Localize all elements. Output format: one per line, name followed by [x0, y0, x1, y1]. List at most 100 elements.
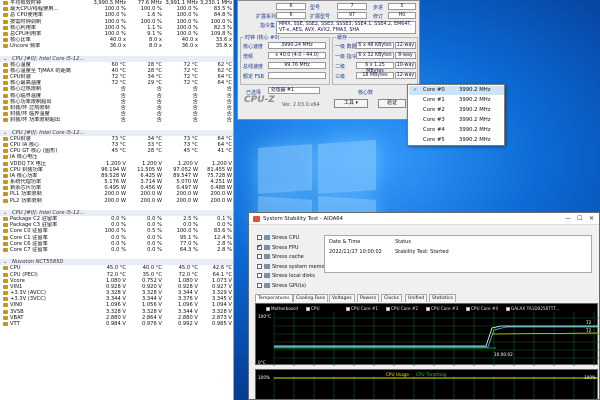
core-label: Core #0 — [423, 87, 445, 93]
status-header: Status — [395, 239, 411, 245]
legend-label: CPU Core #4 — [471, 306, 499, 311]
sensor-row: PL2 功率限制 200.0 W 200.0 W 200.0 W 200.0 W — [0, 198, 233, 204]
legend-item[interactable]: CPU — [306, 306, 320, 311]
core-menu-item[interactable]: Core #2 3990.2 MHz — [409, 106, 504, 115]
stress-option[interactable]: Stress local disks — [257, 272, 315, 280]
sensor-list[interactable]: 平均有效时钟 3,990.5 MHz 77.6 MHz 3,991.1 MHz 3,23… — [0, 0, 233, 327]
core-menu-item[interactable]: ✓ Core #0 3990.2 MHz — [409, 86, 504, 95]
core-menu-item[interactable]: Core #1 3990.2 MHz — [409, 96, 504, 105]
legend-item[interactable]: CPU Core #2 — [386, 306, 418, 311]
legend-checkbox[interactable] — [346, 307, 350, 311]
graph-tab[interactable]: Statistics — [429, 294, 456, 302]
sensor-icon — [3, 223, 8, 228]
sensor-icon — [3, 241, 8, 246]
graph-label: 72 — [586, 328, 592, 333]
stress-checkbox[interactable] — [257, 235, 262, 240]
ext-model-value: 97 — [337, 12, 367, 19]
core-menu-item[interactable]: Core #4 3990.2 MHz — [409, 126, 504, 135]
legend-checkbox[interactable] — [386, 307, 390, 311]
model-value: 7 — [337, 3, 367, 10]
stress-checkbox[interactable] — [257, 282, 262, 288]
legend-label: CPU — [311, 306, 320, 311]
core-menu-item[interactable]: Core #5 3990.2 MHz — [409, 136, 504, 145]
sensor-value: 否 — [192, 117, 198, 124]
processor-select[interactable]: 处理器 #1 — [268, 87, 320, 94]
sensor-icon — [3, 142, 8, 147]
graph-label: 72 — [586, 320, 592, 325]
legend-item[interactable]: CPU Core #1 — [346, 306, 378, 311]
stress-option[interactable]: Stress GPU(s) — [257, 282, 306, 290]
clock-label: 额定 FSB — [243, 74, 264, 80]
sensor-icon — [3, 266, 8, 271]
validate-button[interactable]: 验证 — [378, 99, 406, 108]
sensor-icon — [3, 25, 8, 30]
sensor-icon — [3, 75, 8, 80]
core-frequency: 3990.2 MHz — [459, 117, 491, 123]
sensor-icon — [3, 13, 8, 18]
close-icon[interactable]: ✕ — [589, 215, 594, 222]
sensor-icon — [3, 87, 8, 92]
sensor-icon — [3, 278, 8, 283]
sensor-icon — [3, 297, 8, 302]
graph-tab[interactable]: Clocks — [381, 294, 402, 302]
sensor-value: 0.985 V — [211, 321, 232, 327]
aida-titlebar: System Stability Test - AIDA64 — ☐ ✕ — [249, 213, 599, 225]
instructions-label: 指令集 — [260, 23, 276, 29]
graph-tab[interactable]: Powers — [357, 294, 380, 302]
ext-family-label: 扩展系列 — [256, 14, 277, 20]
core-menu-item[interactable]: Core #3 3990.2 MHz — [409, 116, 504, 125]
stress-checkbox[interactable] — [257, 263, 262, 269]
sensor-name: PL2 功率限制 — [10, 197, 42, 204]
sensor-value: 200.0 W — [140, 197, 162, 204]
legend-item[interactable]: CPU Core #3 — [426, 306, 458, 311]
stress-checkbox[interactable] — [257, 254, 262, 259]
sensor-value: 0.992 V — [177, 321, 198, 327]
legend-item[interactable]: CPU Core #4 — [466, 306, 498, 311]
graph-tab[interactable]: Cooling Fans — [293, 294, 329, 302]
clock-label: 总线速度 — [243, 64, 264, 70]
hardware-icon — [264, 282, 270, 288]
maximize-icon[interactable]: ☐ — [577, 215, 582, 222]
stress-option[interactable]: Stress FPU — [257, 243, 299, 252]
stress-option[interactable]: Stress system memory — [257, 263, 330, 271]
dropdown-arrow-icon: ▾ — [355, 100, 359, 106]
sensor-icon — [3, 247, 8, 252]
aida-app-icon — [253, 216, 260, 222]
stress-option[interactable]: Stress cache — [257, 253, 304, 261]
minimize-icon[interactable]: — — [565, 215, 571, 222]
cache-label: 一级 指令 — [335, 54, 357, 60]
cache-value: 6 x 1.25 MBytes — [356, 62, 394, 74]
core-label: Core #1 — [423, 97, 445, 103]
sensor-icon — [3, 7, 8, 12]
graph-tab[interactable]: Voltages — [329, 294, 355, 302]
sensor-icon — [3, 303, 8, 308]
sensor-icon — [3, 198, 8, 203]
sensor-icon — [3, 322, 8, 326]
legend-item[interactable]: Motherboard — [266, 306, 298, 311]
legend-checkbox[interactable] — [266, 307, 270, 311]
clock-value: 3990.24 MHz — [268, 42, 326, 49]
graph-tab[interactable]: Unified — [405, 294, 428, 302]
legend-checkbox[interactable] — [506, 307, 510, 311]
stress-checkbox[interactable] — [257, 243, 262, 251]
legend-label: CPU Usage — [386, 372, 409, 377]
legend-label: CPU Core #1 — [351, 306, 379, 311]
cpuz-logo: CPU-Z — [244, 95, 275, 105]
legend-checkbox[interactable] — [306, 307, 310, 311]
status-table: Date & Time Status 2022/11/17 10:00:02 S… — [324, 235, 592, 273]
sensor-icon — [3, 38, 8, 43]
graph-tab[interactable]: Temperatures — [255, 294, 293, 302]
legend-checkbox[interactable] — [466, 307, 470, 311]
tools-button[interactable]: 工具 ▾ — [334, 99, 368, 108]
sensor-icon — [3, 284, 8, 289]
core-label: Core #2 — [423, 107, 445, 113]
legend-item[interactable]: GALAX TA1D0256TTT... — [506, 306, 559, 311]
sensor-icon — [3, 155, 8, 160]
stepping-value: 5 — [388, 3, 416, 10]
ext-family-value: 6 — [276, 12, 306, 19]
legend-checkbox[interactable] — [426, 307, 430, 311]
sensor-value: 64.3 % — [179, 246, 198, 253]
stress-option[interactable]: Stress CPU — [257, 234, 299, 242]
sensor-icon — [3, 173, 8, 178]
stress-checkbox[interactable] — [257, 273, 262, 278]
